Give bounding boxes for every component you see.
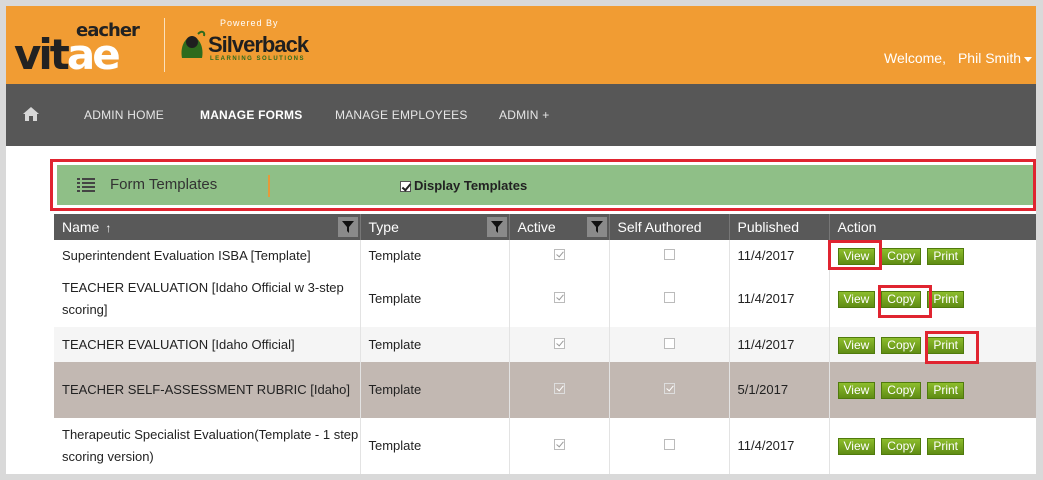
welcome-label: Welcome, (883, 50, 946, 66)
view-highlight-box (828, 240, 882, 270)
header: eacher vitae Powered By Silverback LEARN… (6, 6, 1036, 84)
silverback-name: Silverback (208, 32, 309, 57)
column-header-type[interactable]: Type (360, 214, 510, 240)
view-button[interactable]: View (837, 336, 876, 354)
print-button[interactable]: Print (927, 382, 964, 399)
print-button[interactable]: Print (927, 438, 964, 455)
active-checkbox (553, 337, 565, 349)
cell-self-authored (609, 327, 730, 362)
column-header-published[interactable]: Published (729, 214, 830, 240)
cell-active (509, 240, 610, 271)
column-header-action: Action (829, 214, 1036, 240)
main-nav: ADMIN HOME MANAGE FORMS MANAGE EMPLOYEES… (6, 84, 1036, 146)
nav-admin-plus[interactable]: ADMIN + (499, 108, 549, 122)
view-button[interactable]: View (837, 382, 876, 399)
copy-highlight-box (878, 285, 932, 318)
cell-active (509, 271, 610, 327)
cell-published: 11/4/2017 (729, 327, 830, 362)
cell-published: 11/4/2017 (729, 418, 830, 474)
active-checkbox (553, 248, 565, 260)
print-highlight-box (925, 331, 979, 364)
cell-action: View Copy Print (829, 362, 1036, 418)
view-button[interactable]: View (837, 291, 876, 308)
nav-manage-forms[interactable]: MANAGE FORMS (200, 108, 302, 122)
cell-name: TEACHER SELF-ASSESSMENT RUBRIC [Idaho] (54, 362, 361, 418)
cell-action: View Copy Print (829, 418, 1036, 474)
column-header-self-authored[interactable]: Self Authored (609, 214, 730, 240)
print-button[interactable]: Print (927, 291, 964, 308)
cell-published: 11/4/2017 (729, 240, 830, 271)
cell-type: Template (360, 240, 510, 271)
column-header-active[interactable]: Active (509, 214, 610, 240)
cell-published: 11/4/2017 (729, 271, 830, 327)
app-frame: eacher vitae Powered By Silverback LEARN… (6, 6, 1036, 474)
filter-icon[interactable] (586, 217, 607, 237)
cell-type: Template (360, 327, 510, 362)
cell-name: Therapeutic Specialist Evaluation(Templa… (54, 418, 361, 474)
copy-button[interactable]: Copy (881, 438, 922, 455)
user-name: Phil Smith (957, 50, 1021, 66)
templates-grid: Name ↑ Type Active Self Authored Publishe… (54, 214, 1036, 474)
self-authored-checkbox (663, 337, 675, 349)
cell-name: TEACHER EVALUATION [Idaho Official w 3-s… (54, 271, 361, 327)
sort-ascending-icon: ↑ (105, 221, 112, 235)
user-menu[interactable]: Welcome, Phil Smith (884, 50, 1032, 66)
cell-active (509, 362, 610, 418)
cell-action: View Copy Print (829, 271, 1036, 327)
cell-published: 5/1/2017 (729, 362, 830, 418)
self-authored-checkbox (663, 439, 675, 450)
cell-self-authored (609, 271, 730, 327)
cell-name: TEACHER EVALUATION [Idaho Official] (54, 327, 361, 362)
logo-divider (164, 18, 165, 72)
column-header-name[interactable]: Name ↑ (54, 214, 361, 240)
teacher-vitae-logo[interactable]: eacher vitae (14, 16, 164, 76)
self-authored-checkbox (663, 248, 675, 260)
cell-active (509, 327, 610, 362)
copy-button[interactable]: Copy (881, 336, 922, 354)
caret-down-icon (1024, 56, 1032, 62)
active-checkbox (553, 383, 565, 394)
active-checkbox (553, 292, 565, 303)
cell-active (509, 418, 610, 474)
table-row[interactable]: Therapeutic Specialist Evaluation(Templa… (54, 418, 1036, 474)
nav-manage-employees[interactable]: MANAGE EMPLOYEES (335, 108, 468, 122)
table-row[interactable]: Superintendent Evaluation ISBA [Template… (54, 240, 1036, 271)
cell-self-authored (609, 362, 730, 418)
home-icon[interactable] (22, 106, 40, 127)
cell-type: Template (360, 418, 510, 474)
self-authored-checkbox (663, 292, 675, 303)
cell-self-authored (609, 418, 730, 474)
powered-by-text: Powered By (220, 18, 279, 28)
cell-type: Template (360, 271, 510, 327)
toolbar-highlight-box (50, 159, 1036, 211)
copy-button[interactable]: Copy (881, 247, 922, 265)
cell-name: Superintendent Evaluation ISBA [Template… (54, 240, 361, 271)
logo-vitae-text: vitae (14, 30, 121, 79)
print-button[interactable]: Print (927, 247, 964, 265)
table-row[interactable]: TEACHER EVALUATION [Idaho Official] Temp… (54, 327, 1036, 362)
nav-admin-home[interactable]: ADMIN HOME (84, 108, 164, 122)
cell-type: Template (360, 362, 510, 418)
self-authored-checkbox (663, 383, 675, 394)
copy-button[interactable]: Copy (881, 382, 922, 399)
silverback-subtitle: LEARNING SOLUTIONS (210, 56, 306, 62)
filter-icon[interactable] (486, 217, 507, 237)
table-row-selected[interactable]: TEACHER SELF-ASSESSMENT RUBRIC [Idaho] T… (54, 362, 1036, 418)
cell-self-authored (609, 240, 730, 271)
active-checkbox (553, 439, 565, 450)
gorilla-icon (178, 28, 206, 65)
silverback-logo: Powered By Silverback LEARNING SOLUTIONS (178, 18, 338, 74)
view-button[interactable]: View (837, 438, 876, 455)
filter-icon[interactable] (337, 217, 358, 237)
